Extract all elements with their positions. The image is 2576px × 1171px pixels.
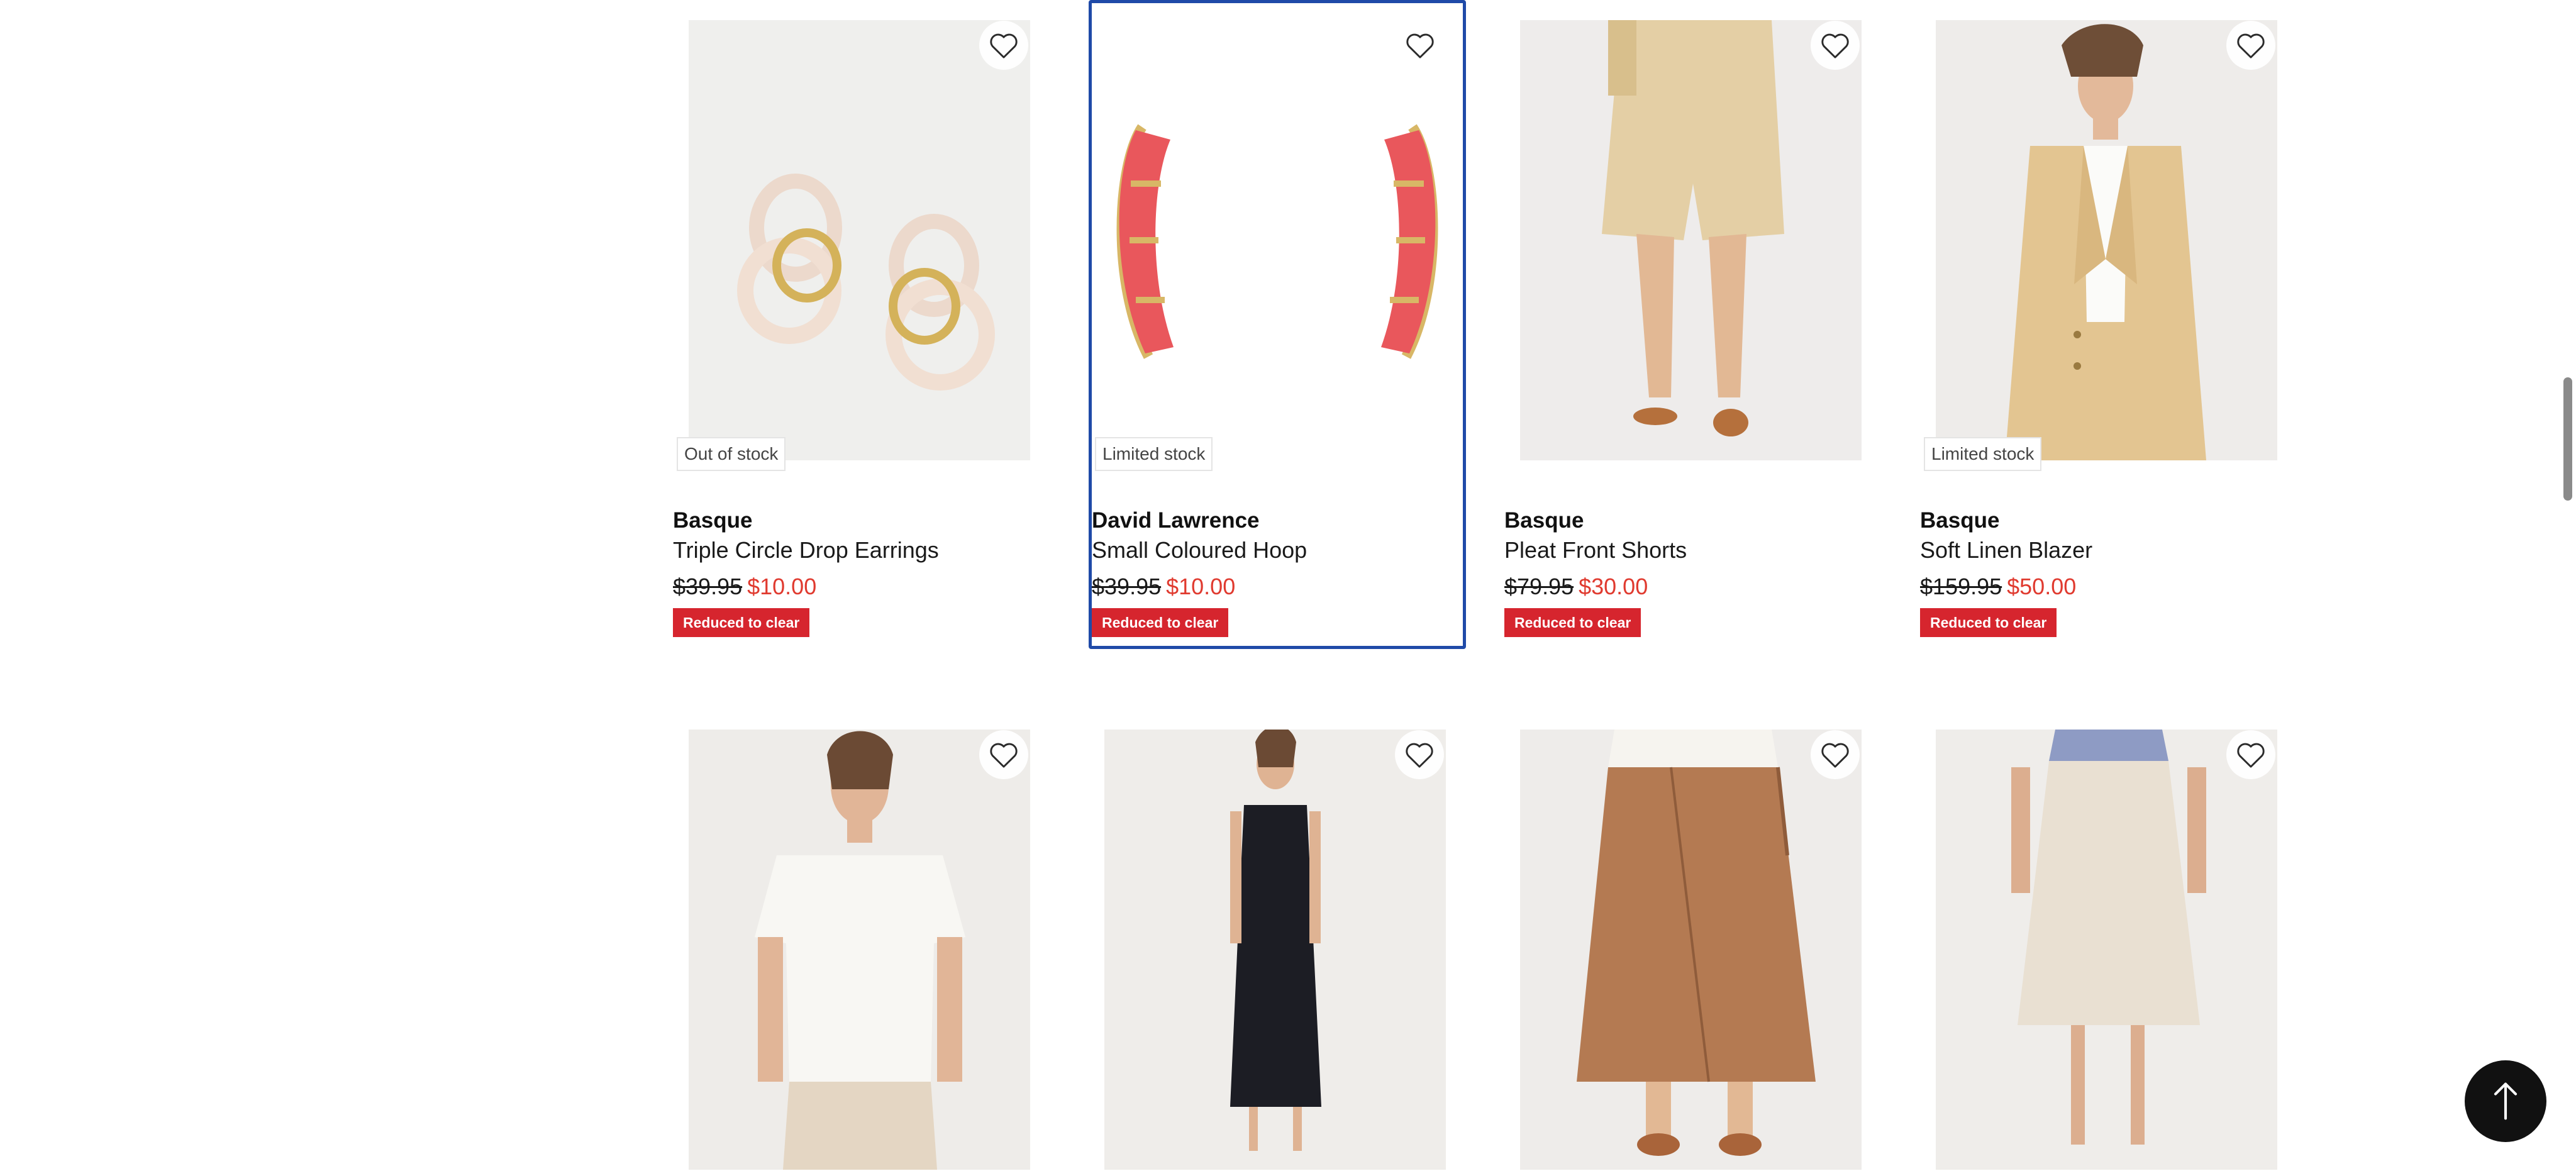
- product-brand[interactable]: Basque: [1920, 508, 1999, 533]
- product-card[interactable]: [1920, 709, 2297, 1171]
- sale-price: $10.00: [1166, 574, 1236, 599]
- heart-outline-icon: [1406, 743, 1433, 768]
- stock-label: Limited stock: [1924, 437, 2042, 471]
- product-name[interactable]: Pleat Front Shorts: [1504, 537, 1687, 563]
- product-card[interactable]: [673, 709, 1050, 1171]
- sale-price: $10.00: [747, 574, 817, 599]
- product-card[interactable]: [1089, 709, 1466, 1171]
- sale-badge: Reduced to clear: [1092, 608, 1229, 637]
- product-brand[interactable]: Basque: [1504, 508, 1584, 533]
- wishlist-button[interactable]: [979, 730, 1028, 779]
- back-to-top-button[interactable]: [2465, 1060, 2546, 1142]
- wishlist-button[interactable]: [1396, 21, 1445, 70]
- stock-label: Limited stock: [1095, 437, 1213, 471]
- product-price: $39.95 $10.00: [673, 574, 816, 600]
- product-image[interactable]: [1104, 730, 1446, 1170]
- product-card[interactable]: Out of stock Basque Triple Circle Drop E…: [673, 0, 1050, 654]
- wishlist-button[interactable]: [1811, 21, 1860, 70]
- original-price: $159.95: [1920, 574, 2002, 599]
- scrollbar-thumb[interactable]: [2563, 377, 2572, 501]
- sale-price: $50.00: [2007, 574, 2077, 599]
- wishlist-button[interactable]: [2226, 730, 2275, 779]
- heart-outline-icon: [2237, 33, 2265, 58]
- product-image[interactable]: [1936, 730, 2277, 1170]
- product-image[interactable]: [1936, 20, 2277, 460]
- product-card[interactable]: [1504, 709, 1882, 1171]
- product-name[interactable]: Soft Linen Blazer: [1920, 537, 2092, 563]
- product-image[interactable]: [1520, 20, 1862, 460]
- heart-outline-icon: [2237, 743, 2265, 768]
- product-image[interactable]: [689, 730, 1030, 1170]
- product-brand[interactable]: David Lawrence: [1092, 508, 1260, 533]
- product-image[interactable]: [1092, 20, 1463, 460]
- heart-outline-icon: [1821, 33, 1849, 58]
- arrow-up-icon: [2494, 1082, 2518, 1120]
- sale-badge: Reduced to clear: [1920, 608, 2057, 637]
- original-price: $79.95: [1504, 574, 1574, 599]
- product-name[interactable]: Small Coloured Hoop: [1092, 537, 1307, 563]
- product-card[interactable]: Limited stock David Lawrence Small Colou…: [1089, 0, 1466, 649]
- sale-price: $30.00: [1579, 574, 1648, 599]
- heart-outline-icon: [990, 33, 1018, 58]
- original-price: $39.95: [1092, 574, 1162, 599]
- sale-badge: Reduced to clear: [1504, 608, 1641, 637]
- stock-label: Out of stock: [677, 437, 786, 471]
- wishlist-button[interactable]: [1811, 730, 1860, 779]
- heart-outline-icon: [1821, 743, 1849, 768]
- wishlist-button[interactable]: [2226, 21, 2275, 70]
- original-price: $39.95: [673, 574, 743, 599]
- product-price: $79.95 $30.00: [1504, 574, 1648, 600]
- wishlist-button[interactable]: [979, 21, 1028, 70]
- heart-outline-icon: [990, 743, 1018, 768]
- sale-badge: Reduced to clear: [673, 608, 810, 637]
- product-grid: Out of stock Basque Triple Circle Drop E…: [673, 0, 2308, 1171]
- product-card[interactable]: Limited stock Basque Soft Linen Blazer $…: [1920, 0, 2297, 654]
- product-image[interactable]: [1520, 730, 1862, 1170]
- product-price: $39.95 $10.00: [1092, 574, 1235, 600]
- wishlist-button[interactable]: [1395, 730, 1444, 779]
- product-price: $159.95 $50.00: [1920, 574, 2076, 600]
- product-image[interactable]: [689, 20, 1030, 460]
- product-name[interactable]: Triple Circle Drop Earrings: [673, 537, 939, 563]
- product-brand[interactable]: Basque: [673, 508, 752, 533]
- product-card[interactable]: Basque Pleat Front Shorts $79.95 $30.00 R…: [1504, 0, 1882, 654]
- heart-outline-icon: [1406, 33, 1434, 58]
